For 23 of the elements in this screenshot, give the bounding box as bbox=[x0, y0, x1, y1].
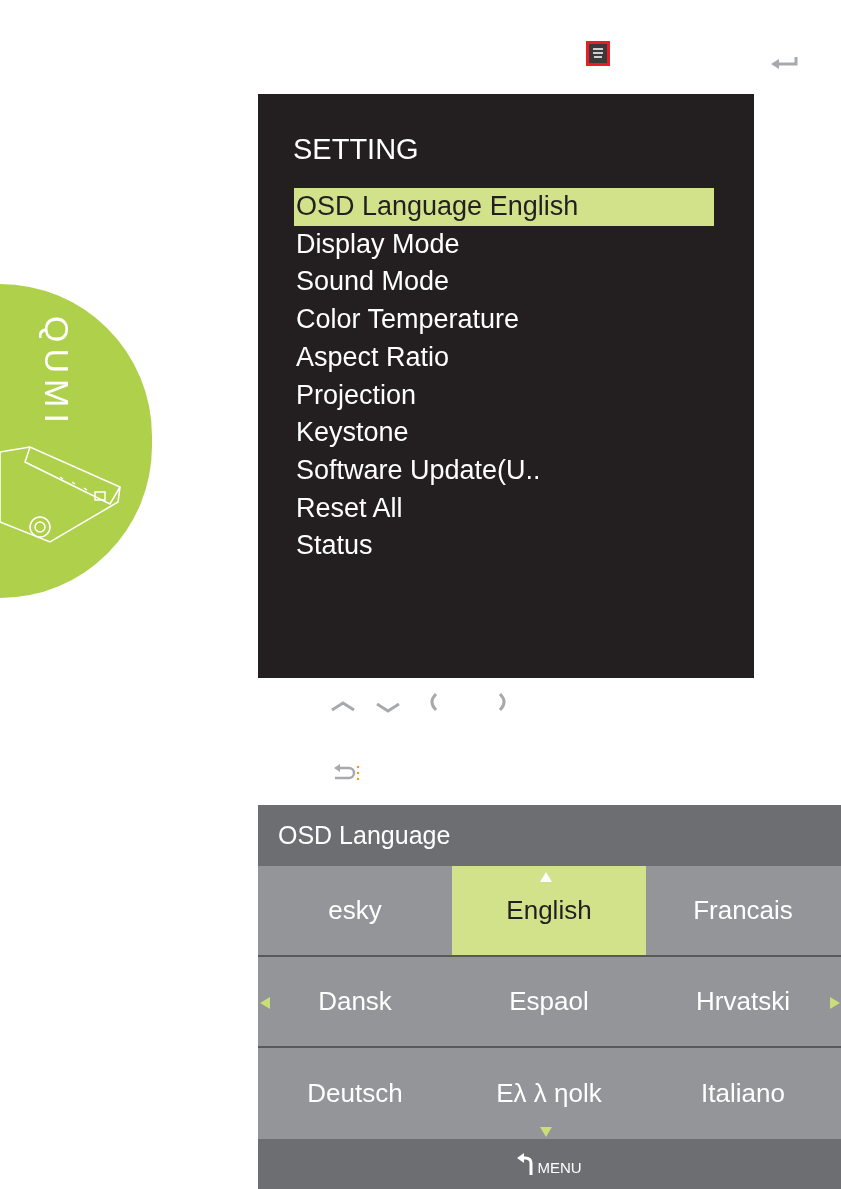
back-icon bbox=[332, 764, 362, 782]
return-arrow-icon bbox=[517, 1153, 536, 1175]
menu-item[interactable]: OSD Language English bbox=[294, 188, 714, 226]
right-triangle-icon bbox=[830, 997, 840, 1009]
left-triangle-icon bbox=[260, 997, 270, 1009]
menu-item[interactable]: Display Mode bbox=[294, 225, 714, 264]
panel-title: OSD Language bbox=[258, 805, 841, 866]
footer-label: MENU bbox=[537, 1157, 582, 1178]
menu-item[interactable]: Projection bbox=[294, 376, 714, 415]
up-triangle-icon bbox=[540, 872, 552, 882]
menu-icon bbox=[585, 40, 611, 67]
enter-icon bbox=[770, 56, 800, 72]
menu-item[interactable]: Status bbox=[294, 527, 714, 566]
menu-item[interactable]: Software Update(U.. bbox=[294, 451, 714, 490]
logo-text: QUMI bbox=[36, 315, 77, 429]
menu-item[interactable]: Sound Mode bbox=[294, 263, 714, 302]
menu-item[interactable]: Reset All bbox=[294, 489, 714, 528]
menu-item[interactable]: Color Temperature bbox=[294, 301, 714, 339]
menu-item[interactable]: Aspect Ratio bbox=[294, 338, 714, 377]
language-option[interactable]: English bbox=[452, 866, 646, 955]
down-triangle-icon bbox=[540, 1127, 552, 1137]
menu-item[interactable]: Keystone bbox=[294, 414, 714, 452]
menu-title: SETTING bbox=[293, 132, 420, 166]
